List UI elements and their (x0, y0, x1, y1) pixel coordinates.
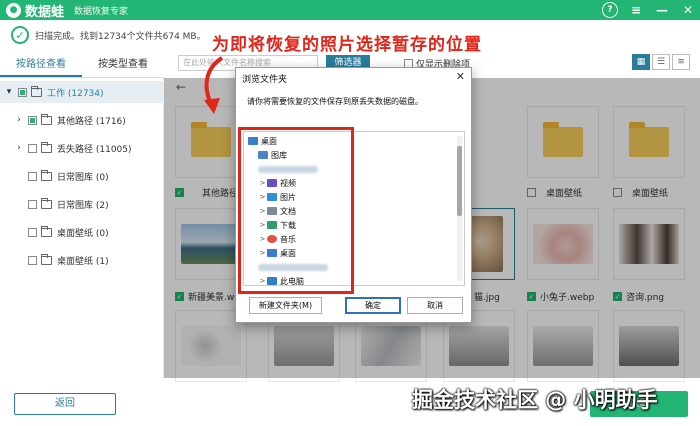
tree-item-daily-gallery-2[interactable]: 日常图库 (2) (0, 193, 164, 215)
chevron-right-icon[interactable]: › (14, 143, 24, 153)
menu-icon[interactable]: ≡ (628, 2, 644, 18)
tree-checkbox[interactable] (28, 255, 37, 265)
app-subtitle: 数据恢复专家 (74, 6, 129, 17)
ok-button[interactable]: 确定 (345, 297, 401, 314)
tree-item-lost-path[interactable]: › 丢失路径 (11005) (0, 137, 164, 159)
folder-tree-scrollbar[interactable] (457, 136, 462, 281)
tab-by-type[interactable]: 按类型查看 (82, 52, 164, 77)
highlight-box (238, 127, 354, 294)
detail-view-icon[interactable]: ≡ (672, 54, 690, 70)
tree-item-label: 丢失路径 (11005) (57, 144, 132, 155)
folder-icon (41, 225, 52, 237)
tree-item-label: 其他路径 (1716) (57, 116, 126, 127)
view-switcher: ▦ ☰ ≡ (632, 54, 690, 70)
minimize-icon[interactable]: — (654, 2, 670, 18)
cancel-button[interactable]: 取消 (407, 297, 463, 314)
folder-icon (41, 169, 52, 181)
chevron-right-icon[interactable]: › (14, 115, 24, 125)
scan-status: ✓ 扫描完成。找到12734个文件共674 MB。 (11, 23, 206, 47)
dialog-message: 请你将需要恢复的文件保存到原丢失数据的磁盘。 (247, 97, 423, 106)
scrollbar-thumb[interactable] (457, 146, 462, 216)
folder-icon (41, 197, 52, 209)
dialog-title: 浏览文件夹 (242, 75, 288, 85)
tree-checkbox[interactable] (28, 199, 37, 209)
title-bar: ● 数据蛙 数据恢复专家 ? ≡ — ✕ (0, 0, 700, 20)
folder-icon (41, 141, 52, 153)
help-icon[interactable]: ? (602, 2, 618, 18)
sidebar: ▾ 工作 (12734) › 其他路径 (1716) › 丢失路径 (11005… (0, 78, 164, 378)
tree-item-daily-gallery-0[interactable]: 日常图库 (0) (0, 165, 164, 187)
folder-icon (31, 85, 42, 97)
app-logo: ● 数据蛙 (6, 1, 64, 20)
scan-status-text: 扫描完成。找到12734个文件共674 MB。 (35, 31, 206, 42)
tree-item-label: 日常图库 (2) (57, 200, 109, 211)
app-name: 数据蛙 (25, 4, 65, 20)
chevron-down-icon[interactable]: ▾ (4, 87, 14, 97)
app-window: ● 数据蛙 数据恢复专家 ? ≡ — ✕ ✓ 扫描完成。找到12734个文件共6… (0, 0, 700, 426)
tree-checkbox[interactable] (18, 87, 27, 97)
view-tabs: 按路径查看 按类型查看 (0, 52, 164, 78)
tree-item-wallpaper-0[interactable]: 桌面壁纸 (0) (0, 221, 164, 243)
check-circle-icon: ✓ (11, 26, 29, 44)
tree-item-label: 工作 (12734) (47, 88, 104, 99)
back-button[interactable]: 返回 (14, 393, 116, 415)
tree-checkbox[interactable] (28, 227, 37, 237)
tree-checkbox[interactable] (28, 171, 37, 181)
frog-logo-icon: ● (6, 2, 21, 18)
tree-item-label: 日常图库 (0) (57, 172, 109, 183)
folder-icon (41, 253, 52, 265)
watermark: 掘金技术社区 @ 小明助手 (412, 388, 658, 412)
tree-item-label: 桌面壁纸 (1) (57, 256, 109, 267)
tree-checkbox[interactable] (28, 115, 37, 125)
tree-item-wallpaper-1[interactable]: 桌面壁纸 (1) (0, 249, 164, 271)
tree-checkbox[interactable] (28, 143, 37, 153)
list-view-icon[interactable]: ☰ (652, 54, 670, 70)
dialog-close-icon[interactable]: ✕ (456, 70, 465, 83)
folder-icon (41, 113, 52, 125)
tree-item-other-path[interactable]: › 其他路径 (1716) (0, 109, 164, 131)
window-controls: ? ≡ — ✕ (602, 2, 696, 18)
grid-view-icon[interactable]: ▦ (632, 54, 650, 70)
tree-item-label: 桌面壁纸 (0) (57, 228, 109, 239)
tree-item-work[interactable]: ▾ 工作 (12734) (0, 81, 164, 103)
tab-by-path[interactable]: 按路径查看 (0, 52, 82, 77)
annotation-text: 为即将恢复的照片选择暂存的位置 (212, 35, 482, 55)
new-folder-button[interactable]: 新建文件夹(M) (249, 297, 322, 314)
annotation-arrow-icon (204, 56, 224, 114)
close-icon[interactable]: ✕ (680, 2, 696, 18)
